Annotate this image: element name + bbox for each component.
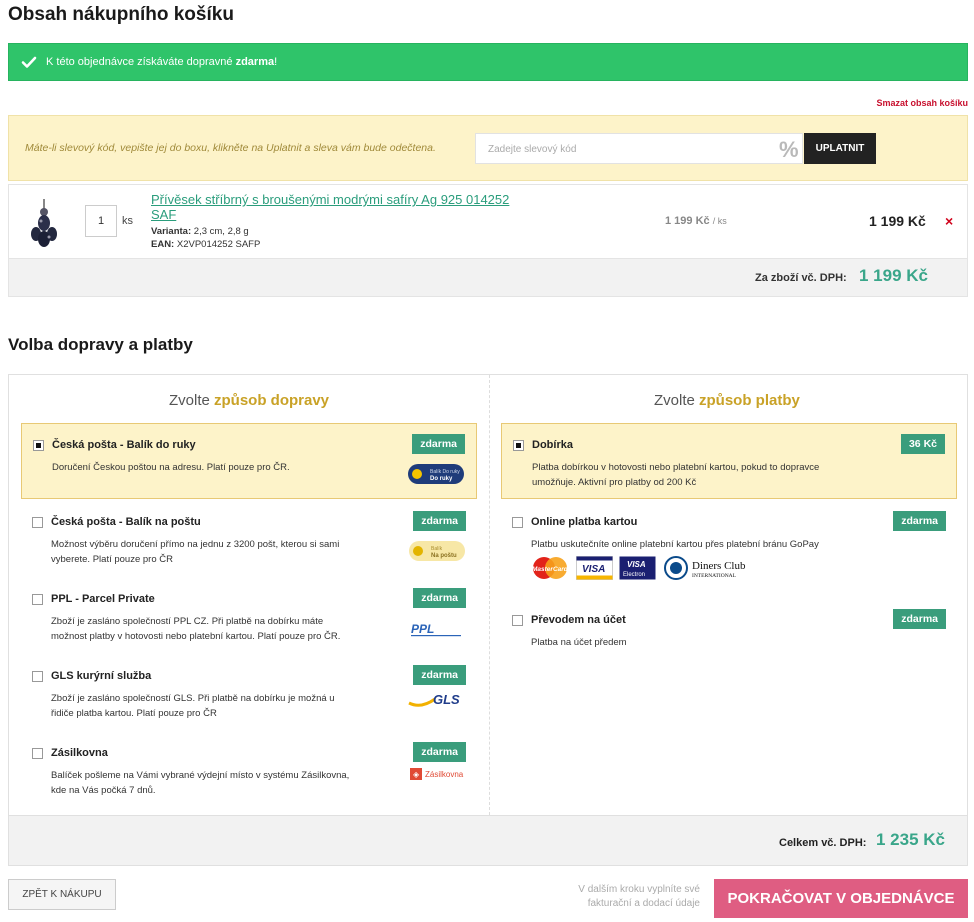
radio-checkbox[interactable] bbox=[32, 517, 43, 528]
svg-text:Diners Club: Diners Club bbox=[692, 560, 746, 572]
zasilkovna-logo-icon: ◈ Zásilkovna bbox=[410, 768, 464, 780]
subtotal-label: Za zboží vč. DPH: bbox=[755, 272, 847, 284]
option-description: Platbu uskutečníte online platební karto… bbox=[531, 539, 819, 550]
mastercard-icon: MasterCard bbox=[532, 557, 569, 579]
svg-text:VISA: VISA bbox=[582, 564, 605, 575]
ppl-logo-icon: PPL bbox=[411, 622, 461, 637]
total-value: 1 235 Kč bbox=[876, 830, 945, 849]
free-shipping-banner: K této objednávce získáváte dopravné zda… bbox=[8, 43, 968, 81]
coupon-box: Máte-li slevový kód, vepište jej do boxu… bbox=[8, 115, 968, 181]
svg-text:◈: ◈ bbox=[413, 770, 420, 779]
radio-checkbox[interactable] bbox=[512, 517, 523, 528]
back-to-shop-button[interactable]: ZPĚT K NÁKUPU bbox=[8, 879, 116, 910]
radio-checkbox[interactable] bbox=[32, 671, 43, 682]
grand-total-row: Celkem vč. DPH: 1 235 Kč bbox=[9, 815, 967, 865]
next-step-note: V dalším kroku vyplníte své fakturační a… bbox=[578, 884, 700, 909]
shipping-option[interactable]: GLS kurýrní služba Zboží je zasláno spol… bbox=[21, 655, 477, 729]
price-badge: zdarma bbox=[412, 434, 465, 454]
quantity-input[interactable]: 1 bbox=[85, 205, 117, 237]
svg-text:Balík: Balík bbox=[431, 546, 443, 552]
cart-subtotal-row: Za zboží vč. DPH: 1 199 Kč bbox=[9, 258, 967, 296]
payment-option[interactable]: Dobírka Platba dobírkou v hotovosti nebo… bbox=[501, 423, 957, 499]
product-thumbnail[interactable] bbox=[19, 197, 69, 249]
radio-checkbox[interactable] bbox=[32, 594, 43, 605]
radio-checkbox[interactable] bbox=[32, 748, 43, 759]
remove-item-icon[interactable]: × bbox=[945, 213, 953, 229]
coupon-input[interactable]: Zadejte slevový kód bbox=[475, 133, 803, 164]
price-badge: 36 Kč bbox=[900, 434, 945, 454]
shipping-option[interactable]: Zásilkovna Balíček pošleme na Vámi vybra… bbox=[21, 732, 477, 806]
cart-table: 1 ks Přívěsek stříbrný s broušenými modr… bbox=[8, 184, 968, 297]
option-name: Česká pošta - Balík do ruky bbox=[52, 439, 196, 451]
option-name: Česká pošta - Balík na poštu bbox=[51, 516, 201, 528]
card-logos: MasterCard VISA VISA Electron Diners Club… bbox=[530, 556, 757, 580]
banner-text: K této objednávce získáváte dopravné zda… bbox=[46, 56, 278, 68]
option-name: Zásilkovna bbox=[51, 747, 108, 759]
clear-cart-link[interactable]: Smazat obsah košíku bbox=[876, 98, 968, 108]
price-badge: zdarma bbox=[893, 609, 946, 629]
svg-text:Zásilkovna: Zásilkovna bbox=[425, 770, 464, 779]
apply-coupon-button[interactable]: UPLATNIT bbox=[804, 133, 876, 164]
payment-option[interactable]: Převodem na účet Platba na účet předem z… bbox=[501, 599, 957, 659]
page-title: Obsah nákupního košíku bbox=[8, 4, 234, 25]
percent-icon: % bbox=[779, 137, 799, 162]
total-label: Celkem vč. DPH: bbox=[779, 837, 867, 849]
section-title: Volba dopravy a platby bbox=[8, 335, 193, 354]
payment-heading: Zvolte způsob platby bbox=[654, 392, 800, 409]
option-description: Zboží je zasláno společností GLS. Při pl… bbox=[51, 693, 335, 719]
option-name: PPL - Parcel Private bbox=[51, 593, 155, 605]
option-name: GLS kurýrní služba bbox=[51, 670, 152, 682]
ceska-posta-logo-icon: Balík Do rukyDo ruky bbox=[408, 464, 464, 484]
price-badge: zdarma bbox=[893, 511, 946, 531]
check-icon bbox=[21, 56, 37, 68]
option-description: Doručení Českou poštou na adresu. Platí … bbox=[52, 462, 290, 473]
continue-order-button[interactable]: POKRAČOVAT V OBJEDNÁVCE bbox=[714, 879, 968, 918]
ceska-posta-branch-logo-icon: BalíkNa poštu bbox=[409, 541, 465, 561]
diners-club-icon: Diners ClubINTERNATIONAL bbox=[664, 556, 746, 580]
payment-option[interactable]: Online platba kartou Platbu uskutečníte … bbox=[501, 501, 957, 597]
shipping-payment-panel: Zvolte způsob dopravy Zvolte způsob plat… bbox=[8, 374, 968, 866]
price-badge: zdarma bbox=[413, 742, 466, 762]
item-total-price: 1 199 Kč bbox=[869, 213, 926, 229]
radio-checkbox[interactable] bbox=[512, 615, 523, 626]
price-badge: zdarma bbox=[413, 588, 466, 608]
svg-text:Balík Do ruky: Balík Do ruky bbox=[430, 469, 460, 475]
shipping-option[interactable]: PPL - Parcel Private Zboží je zasláno sp… bbox=[21, 578, 477, 652]
coupon-hint: Máte-li slevový kód, vepište jej do boxu… bbox=[25, 142, 436, 154]
price-badge: zdarma bbox=[413, 511, 466, 531]
svg-text:Na poštu: Na poštu bbox=[431, 553, 457, 559]
option-name: Převodem na účet bbox=[531, 614, 626, 626]
svg-text:INTERNATIONAL: INTERNATIONAL bbox=[692, 573, 737, 579]
option-description: Balíček pošleme na Vámi vybrané výdejní … bbox=[51, 770, 350, 796]
shipping-option[interactable]: Česká pošta - Balík do ruky Doručení Čes… bbox=[21, 423, 477, 499]
unit-price: 1 199 Kč / ks bbox=[665, 215, 727, 227]
option-description: Možnost výběru doručení přímo na jednu z… bbox=[51, 539, 340, 565]
product-details: Varianta: 2,3 cm, 2,8 g EAN: X2VP014252 … bbox=[151, 226, 261, 250]
option-name: Online platba kartou bbox=[531, 516, 638, 528]
svg-text:PPL: PPL bbox=[411, 622, 434, 636]
svg-text:Do ruky: Do ruky bbox=[430, 476, 453, 482]
subtotal-value: 1 199 Kč bbox=[859, 266, 928, 285]
option-name: Dobírka bbox=[532, 439, 573, 451]
column-divider bbox=[489, 375, 490, 815]
svg-text:VISA: VISA bbox=[627, 560, 646, 569]
svg-text:Electron: Electron bbox=[623, 572, 645, 578]
visa-electron-icon: VISA Electron bbox=[619, 556, 656, 580]
svg-text:MasterCard: MasterCard bbox=[532, 566, 569, 573]
price-badge: zdarma bbox=[413, 665, 466, 685]
visa-icon: VISA bbox=[576, 556, 613, 580]
option-description: Zboží je zasláno společností PPL CZ. Při… bbox=[51, 616, 341, 642]
radio-checkbox[interactable] bbox=[513, 440, 524, 451]
gls-logo-icon: GLS bbox=[408, 692, 460, 707]
option-description: Platba na účet předem bbox=[531, 637, 627, 648]
product-name-link[interactable]: Přívěsek stříbrný s broušenými modrými s… bbox=[151, 192, 521, 222]
shipping-option[interactable]: Česká pošta - Balík na poštu Možnost výb… bbox=[21, 501, 477, 575]
shipping-heading: Zvolte způsob dopravy bbox=[169, 392, 330, 409]
quantity-unit: ks bbox=[122, 215, 133, 227]
option-description: Platba dobírkou v hotovosti nebo platebn… bbox=[532, 462, 820, 488]
radio-checkbox[interactable] bbox=[33, 440, 44, 451]
svg-text:GLS: GLS bbox=[433, 692, 460, 707]
